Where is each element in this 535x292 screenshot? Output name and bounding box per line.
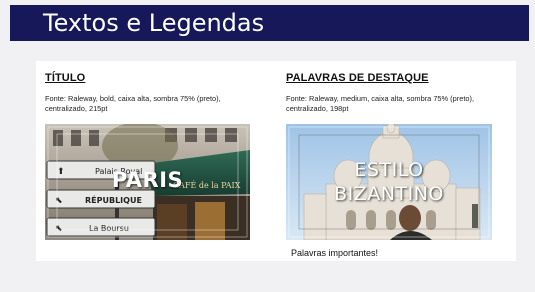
highlight-note: Palavras importantes! (291, 248, 379, 258)
basilica-overlay-title: ESTILO BIZANTINO (286, 158, 492, 206)
paris-overlay-title: PARIS (111, 168, 184, 192)
overlay-line-2: BIZANTINO (334, 183, 444, 205)
paris-image: CAFÉ de la PAIX ⬆ Palais Royal ⬉ RÉPUBLI… (45, 124, 250, 240)
svg-text:⬉: ⬉ (55, 196, 63, 206)
page-title: Textos e Legendas (43, 9, 265, 37)
overlay-line-1: ESTILO (354, 159, 424, 181)
left-section-description: Fonte: Raleway, bold, caixa alta, sombra… (45, 94, 221, 113)
header-bar: Textos e Legendas (10, 5, 529, 41)
right-section-description: Fonte: Raleway, medium, caixa alta, somb… (286, 94, 474, 113)
basilica-image: ESTILO BIZANTINO (286, 124, 492, 240)
left-section-title: TÍTULO (45, 72, 86, 84)
sign-republique: RÉPUBLIQUE (85, 194, 142, 205)
right-section-title: PALAVRAS DE DESTAQUE (286, 72, 429, 84)
svg-text:⬉: ⬉ (55, 224, 63, 234)
sign-la-boursu: La Boursu (89, 224, 129, 233)
